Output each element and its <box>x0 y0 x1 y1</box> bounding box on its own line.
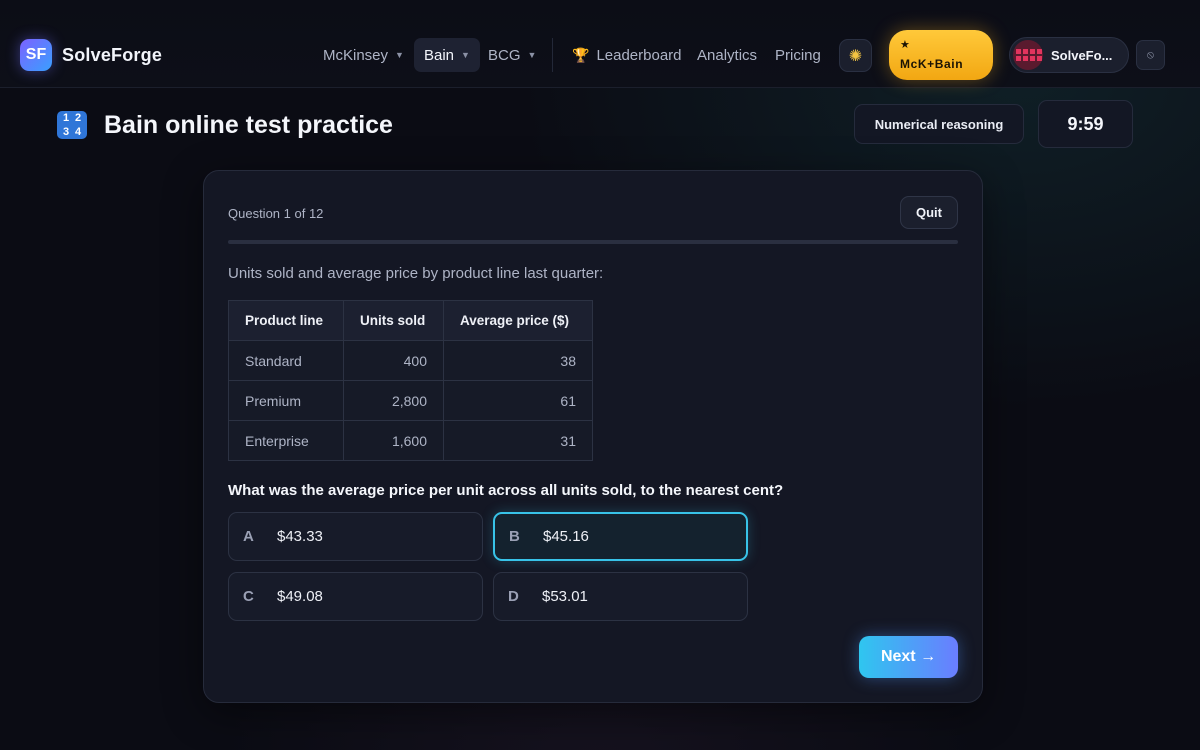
table-cell: 1,600 <box>343 420 444 461</box>
table-row: Premium 2,800 61 <box>228 380 593 421</box>
option-letter: A <box>243 528 254 545</box>
answer-option-c[interactable]: C $49.08 <box>228 572 483 621</box>
table-row: Standard 400 38 <box>228 340 593 381</box>
circle-slash-icon: ⦸ <box>1146 48 1155 61</box>
countdown-timer: 9:59 <box>1038 100 1133 148</box>
table-cell: Premium <box>228 380 344 421</box>
question-card: Question 1 of 12 Quit Units sold and ave… <box>203 170 983 703</box>
option-value: $53.01 <box>542 588 588 605</box>
option-letter: D <box>508 588 519 605</box>
table-row: Enterprise 1,600 31 <box>228 420 593 461</box>
user-name: SolveFo... <box>1051 47 1113 63</box>
quit-button[interactable]: Quit <box>900 196 958 229</box>
star-icon: ★ <box>900 39 910 51</box>
user-menu-button[interactable]: SolveFo... <box>1009 37 1129 73</box>
table-cell: 31 <box>443 420 593 461</box>
table-cell: 400 <box>343 340 444 381</box>
nav-divider <box>552 38 553 72</box>
trophy-icon: 🏆 <box>572 46 590 63</box>
nav-pricing-label: Pricing <box>775 46 821 64</box>
nav-mckinsey-label: McKinsey <box>323 46 389 64</box>
nav-bain-label: Bain <box>424 46 455 64</box>
numbers-icon-digit: 4 <box>74 126 82 138</box>
nav-pricing[interactable]: Pricing <box>775 38 821 72</box>
option-value: $49.08 <box>277 588 323 605</box>
brand-logo[interactable]: SF <box>20 39 52 71</box>
sun-icon: ✺ <box>848 47 863 65</box>
page-title: Bain online test practice <box>104 111 393 139</box>
theme-toggle-button[interactable]: ✺ <box>839 39 872 72</box>
nav-bain[interactable]: Bain ▼ <box>414 38 480 72</box>
data-table: Product line Units sold Average price ($… <box>228 300 593 461</box>
chevron-down-icon: ▼ <box>395 50 404 60</box>
chevron-down-icon: ▼ <box>461 50 470 60</box>
answer-option-b[interactable]: B $45.16 <box>493 512 748 561</box>
pro-plan-button[interactable]: ★ McK+Bain <box>889 30 993 80</box>
table-cell: Standard <box>228 340 344 381</box>
nav-bcg[interactable]: BCG ▼ <box>488 38 536 72</box>
chevron-down-icon: ▼ <box>527 50 537 60</box>
nav-leaderboard-label: Leaderboard <box>596 46 682 64</box>
column-header: Product line <box>228 300 344 341</box>
answer-option-d[interactable]: D $53.01 <box>493 572 748 621</box>
nav-analytics[interactable]: Analytics <box>697 38 757 72</box>
question-text: What was the average price per unit acro… <box>228 482 784 499</box>
option-value: $45.16 <box>543 528 589 545</box>
numbers-icon-digit: 1 <box>62 112 70 124</box>
answer-option-a[interactable]: A $43.33 <box>228 512 483 561</box>
next-button[interactable]: Next → <box>859 636 958 678</box>
table-cell: Enterprise <box>228 420 344 461</box>
table-cell: 38 <box>443 340 593 381</box>
nav-analytics-label: Analytics <box>697 46 758 64</box>
nav-mckinsey[interactable]: McKinsey ▼ <box>323 38 404 72</box>
option-letter: C <box>243 588 254 605</box>
numbers-icon-digit: 3 <box>62 126 70 138</box>
test-mode-badge: Numerical reasoning <box>854 104 1024 144</box>
numbers-icon: 1 2 3 4 <box>57 111 87 139</box>
numbers-icon-digit: 2 <box>74 112 82 124</box>
column-header: Average price ($) <box>443 300 593 341</box>
nav-bcg-label: BCG <box>488 46 521 64</box>
option-letter: B <box>509 528 520 545</box>
question-counter: Question 1 of 12 <box>228 206 324 221</box>
option-value: $43.33 <box>277 528 323 545</box>
table-cell: 2,800 <box>343 380 444 421</box>
avatar <box>1013 40 1043 70</box>
brand-name[interactable]: SolveForge <box>62 45 162 66</box>
table-cell: 61 <box>443 380 593 421</box>
column-header: Units sold <box>343 300 444 341</box>
status-button[interactable]: ⦸ <box>1136 40 1165 70</box>
progress-bar <box>228 240 958 244</box>
table-header-row: Product line Units sold Average price ($… <box>228 300 593 341</box>
question-prompt: Units sold and average price by product … <box>228 265 604 282</box>
nav-leaderboard[interactable]: 🏆 Leaderboard <box>572 38 682 72</box>
pro-plan-label: McK+Bain <box>900 57 964 71</box>
top-navigation-bar: SF SolveForge McKinsey ▼ Bain ▼ BCG ▼ 🏆 … <box>0 0 1200 88</box>
